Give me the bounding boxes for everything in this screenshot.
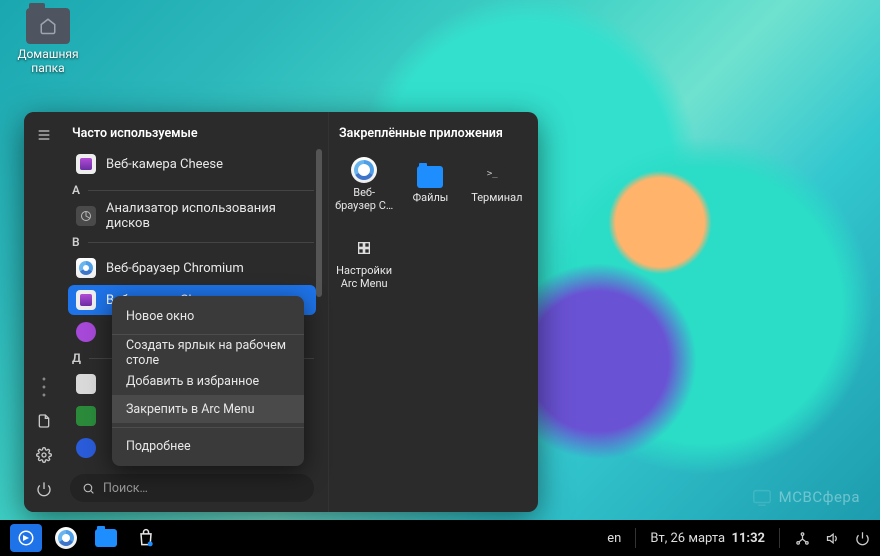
pinned-terminal[interactable]: >_ Терминал — [466, 149, 528, 221]
cheese-icon — [76, 290, 96, 310]
letter-sep-v: В — [72, 235, 314, 249]
context-menu: Новое окно Создать ярлык на рабочем стол… — [112, 296, 304, 466]
letter-sep-a: А — [72, 183, 314, 197]
taskbar: en Вт, 26 марта 11:32 — [0, 520, 880, 556]
terminal-icon: >_ — [484, 166, 510, 188]
app-label: Веб-браузер Chromium — [106, 261, 244, 276]
start-button[interactable] — [10, 524, 42, 552]
search-box[interactable] — [70, 474, 314, 502]
disk-usage-icon — [76, 206, 96, 226]
app-item-cheese-freq[interactable]: Веб-камера Cheese — [68, 149, 316, 179]
pinned-label: Веб-браузер C… — [333, 187, 395, 212]
side-rail: ••• — [24, 112, 64, 512]
search-icon — [82, 482, 95, 495]
chromium-icon — [351, 157, 377, 183]
taskbar-files[interactable] — [90, 524, 122, 552]
keyboard-lang[interactable]: en — [607, 531, 621, 546]
files-icon[interactable] — [31, 408, 57, 434]
letter-sep-zh: Ж — [72, 467, 314, 468]
pinned-label: Настройки Arc Menu — [333, 265, 395, 290]
taskbar-separator — [635, 528, 636, 548]
ctx-create-shortcut[interactable]: Создать ярлык на рабочем столе — [112, 339, 304, 367]
power-tray-icon[interactable] — [854, 530, 870, 546]
rail-overflow-dots: ••• — [42, 376, 47, 400]
taskbar-date[interactable]: Вт, 26 марта 11:32 — [650, 531, 765, 546]
network-icon[interactable] — [794, 530, 810, 546]
pinned-chromium[interactable]: Веб-браузер C… — [333, 149, 395, 221]
pinned-label: Терминал — [471, 192, 522, 205]
pinned-files[interactable]: Файлы — [399, 149, 461, 221]
ctx-pin-arc-menu[interactable]: Закрепить в Arc Menu — [112, 395, 304, 423]
pinned-arc-settings[interactable]: Настройки Arc Menu — [333, 227, 395, 299]
volume-icon[interactable] — [824, 530, 840, 546]
app-icon — [76, 374, 96, 394]
app-item-disk-analyzer[interactable]: Анализатор использования дисков — [68, 201, 316, 231]
ctx-new-window[interactable]: Новое окно — [112, 302, 304, 330]
pinned-heading: Закреплённые приложения — [333, 122, 528, 149]
app-item-chromium[interactable]: Веб-браузер Chromium — [68, 253, 316, 283]
folder-icon — [95, 529, 117, 547]
taskbar-software[interactable] — [130, 524, 162, 552]
folder-icon — [26, 8, 70, 44]
ctx-separator — [112, 334, 304, 335]
taskbar-chromium[interactable] — [50, 524, 82, 552]
ctx-separator — [112, 427, 304, 428]
desktop-home-folder[interactable]: Домашняя папка — [12, 8, 84, 76]
app-icon — [76, 322, 96, 342]
pinned-column: Закреплённые приложения Веб-браузер C… Ф… — [328, 112, 538, 512]
app-icon — [76, 438, 96, 458]
pinned-label: Файлы — [413, 192, 449, 205]
app-label: Веб-камера Cheese — [106, 157, 223, 172]
cheese-icon — [76, 154, 96, 174]
watermark: МСВСфера — [751, 486, 860, 508]
shopping-bag-icon — [136, 528, 156, 548]
freq-used-heading: Часто используемые — [66, 122, 322, 149]
folder-icon — [417, 166, 443, 188]
ctx-add-favorite[interactable]: Добавить в избранное — [112, 367, 304, 395]
chromium-icon — [76, 258, 96, 278]
desktop-icon-label: Домашняя папка — [12, 47, 84, 76]
power-icon[interactable] — [31, 476, 57, 502]
app-label: Анализатор использования дисков — [106, 201, 308, 231]
ctx-details[interactable]: Подробнее — [112, 432, 304, 460]
search-input[interactable] — [103, 481, 302, 496]
taskbar-separator — [779, 528, 780, 548]
arc-menu-icon — [351, 235, 377, 261]
settings-icon[interactable] — [31, 442, 57, 468]
app-icon — [76, 406, 96, 426]
hamburger-icon[interactable] — [31, 122, 57, 148]
scrollbar-thumb[interactable] — [316, 149, 322, 297]
chromium-icon — [55, 527, 77, 549]
